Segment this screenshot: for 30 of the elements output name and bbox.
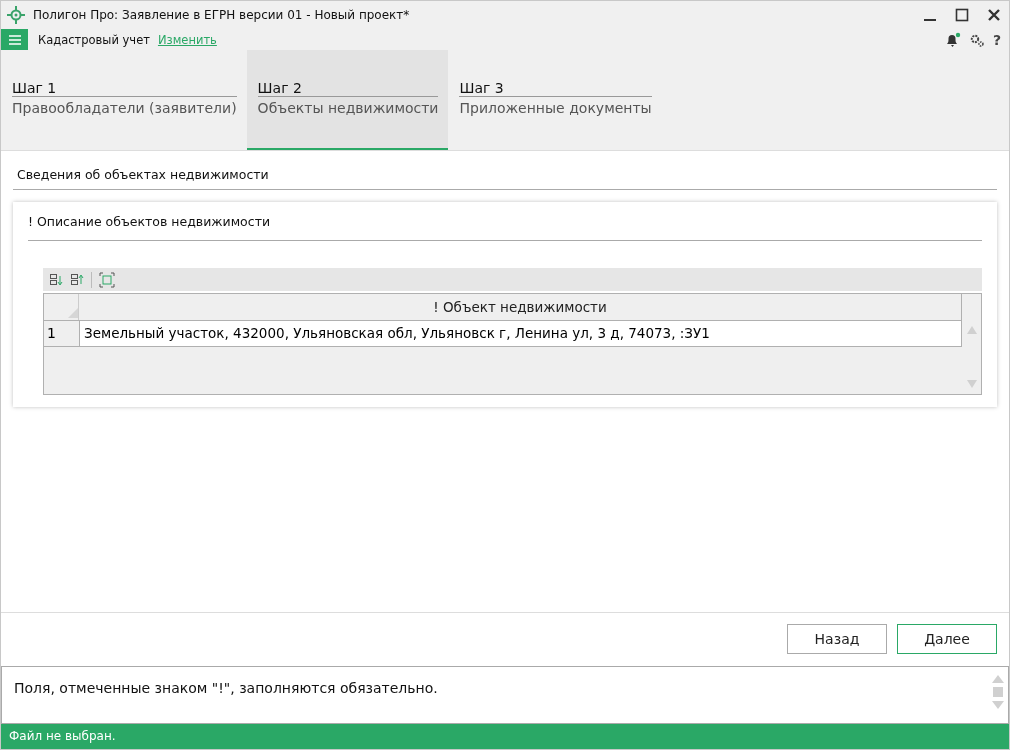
add-row-icon[interactable] — [49, 272, 63, 287]
settings-icon[interactable] — [968, 32, 985, 47]
menu-icon — [8, 34, 21, 45]
scroll-thumb[interactable] — [993, 687, 1003, 697]
corner-triangle-icon — [68, 308, 78, 318]
maximize-icon[interactable] — [955, 8, 969, 22]
help-icon[interactable]: ? — [992, 31, 1001, 48]
app-logo-icon — [7, 6, 25, 24]
move-up-icon[interactable] — [70, 272, 84, 287]
status-bar: Файл не выбран. — [1, 724, 1009, 749]
row-number: 1 — [46, 324, 57, 343]
step-tab[interactable]: Шаг 2 Объекты недвижимости — [246, 50, 449, 150]
info-message: Поля, отмеченные знаком "!", заполняются обязательно. — [13, 679, 439, 698]
back-button[interactable]: Назад — [787, 624, 887, 654]
card-title: ! Описание объектов недвижимости — [28, 214, 982, 241]
next-button[interactable]: Далее — [897, 624, 997, 654]
step-label: Приложенные документы — [459, 99, 652, 116]
column-header[interactable]: ! Объект недвижимости — [78, 294, 962, 320]
step-tab[interactable]: Шаг 1 Правообладатели (заявители) — [1, 50, 247, 150]
window-title: Полигон Про: Заявление в ЕГРН версии 01 - Новый проект* — [33, 8, 410, 22]
step-number: Шаг 3 — [459, 80, 652, 97]
step-number: Шаг 1 — [12, 80, 237, 97]
mode-label: Кадастровый учет — [38, 32, 150, 47]
step-label: Правообладатели (заявители) — [12, 99, 237, 116]
step-tab[interactable]: Шаг 3 Приложенные документы — [448, 50, 662, 150]
table-cell[interactable]: Земельный участок, 432000, Ульяновская обл, Ульяновск г, Ленина ул, 3 д, 74073, :ЗУ1 — [79, 321, 962, 346]
section-heading: Сведения об объектах недвижимости — [13, 167, 997, 190]
step-number: Шаг 2 — [257, 80, 439, 97]
step-label: Объекты недвижимости — [257, 99, 439, 116]
close-icon[interactable] — [987, 8, 1001, 22]
